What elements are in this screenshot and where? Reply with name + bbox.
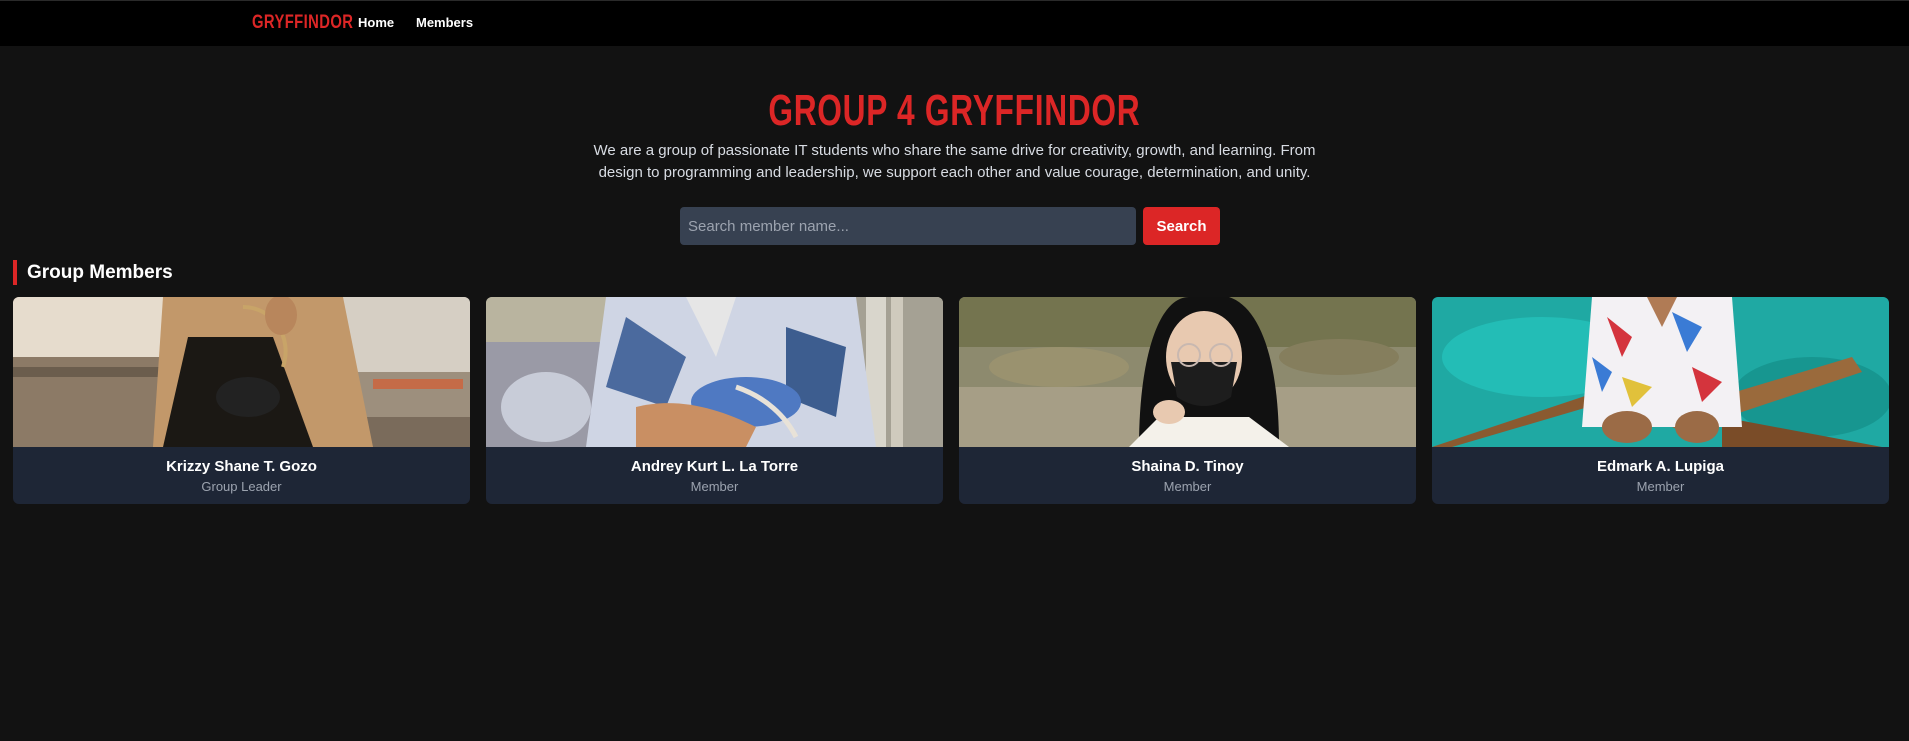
nav-link-members[interactable]: Members — [416, 15, 473, 30]
member-name: Shaina D. Tinoy — [1131, 458, 1244, 475]
page-title-text: GROUP 4 GRYFFINDOR — [768, 86, 1141, 135]
member-card[interactable]: Shaina D. Tinoy Member — [959, 297, 1416, 504]
member-photo — [486, 297, 943, 447]
member-photo — [1432, 297, 1889, 447]
member-photo — [959, 297, 1416, 447]
member-photo — [13, 297, 470, 447]
member-role: Member — [690, 479, 739, 494]
member-card[interactable]: Andrey Kurt L. La Torre Member — [486, 297, 943, 504]
member-card[interactable]: Krizzy Shane T. Gozo Group Leader — [13, 297, 470, 504]
group-description: We are a group of passionate IT students… — [593, 142, 1316, 181]
member-role: Member — [1163, 479, 1212, 494]
member-name: Edmark A. Lupiga — [1597, 458, 1724, 475]
top-navbar: GRYFFINDOR Home Members — [0, 0, 1909, 46]
member-name: Krizzy Shane T. Gozo — [166, 458, 317, 475]
member-cards: Krizzy Shane T. Gozo Group Leader Andrey… — [13, 297, 1889, 504]
member-card[interactable]: Edmark A. Lupiga Member — [1432, 297, 1889, 504]
member-role: Group Leader — [201, 479, 282, 494]
search-input[interactable] — [680, 207, 1136, 245]
nav-link-home[interactable]: Home — [358, 15, 394, 30]
member-role: Member — [1636, 479, 1685, 494]
search-button[interactable]: Search — [1143, 207, 1220, 245]
brand-logo[interactable]: GRYFFINDOR — [252, 12, 353, 34]
page-title: GROUP 4 GRYFFINDOR — [0, 86, 1909, 136]
member-name: Andrey Kurt L. La Torre — [630, 458, 799, 475]
section-title: Group Members — [13, 260, 173, 285]
